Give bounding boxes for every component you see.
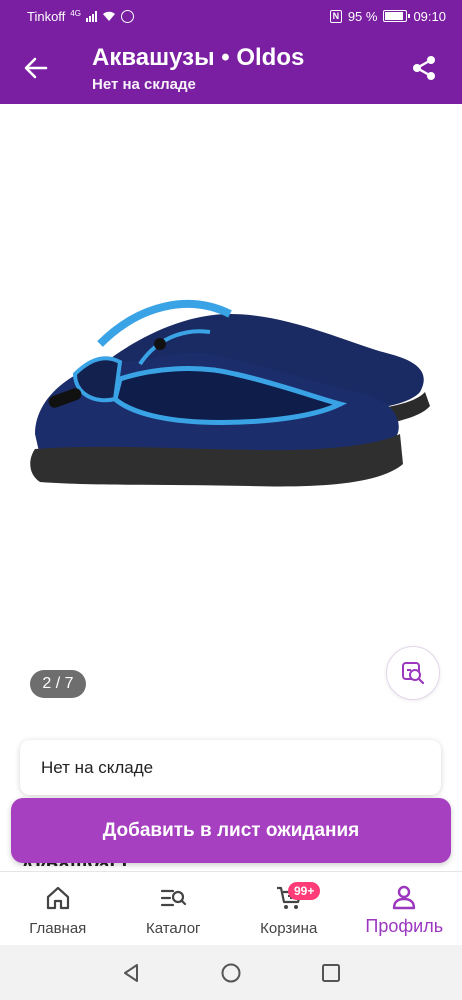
arrow-left-icon[interactable] [22,54,50,82]
nav-item-profile[interactable]: Профиль [347,872,462,945]
system-recents-icon[interactable] [320,962,342,984]
page-subtitle: Нет на складе [92,76,196,93]
nfc-icon: N [329,9,342,23]
image-search-icon [402,662,425,685]
system-back-icon[interactable] [120,962,142,984]
app-bar: Аквашузы • Oldos Нет на складе [0,32,462,104]
clock: 09:10 [413,8,446,24]
home-icon [46,886,69,910]
whatsapp-icon [120,9,134,23]
add-to-wait-list-button[interactable]: Добавить в лист ожидания [11,798,451,863]
gallery-page-counter: 2 / 7 [30,670,86,698]
battery-icon [383,10,411,22]
stock-status-card: Нет на складе [20,740,441,795]
bottom-navigation: Главная Каталог Корзина Профиль 99+ [0,871,462,945]
nav-label-home: Главная [29,920,87,937]
stock-status-text: Нет на складе [41,757,154,777]
nav-item-home[interactable]: Главная [0,872,116,945]
system-navigation-bar [0,945,462,1000]
catalog-search-icon [161,889,187,907]
status-bar: Tinkoff 4G N 95 % 09:10 [0,0,462,32]
carrier-name: Tinkoff [27,8,66,24]
system-home-icon[interactable] [220,962,242,984]
product-gallery[interactable]: 2 / 7 [0,104,462,714]
page-title: Аквашузы • Oldos [92,44,305,71]
nav-label-cart: Корзина [260,920,318,937]
network-type: 4G [70,8,81,18]
nav-item-cart[interactable]: Корзина [231,872,347,945]
wifi-icon [102,11,115,21]
nav-item-catalog[interactable]: Каталог [116,872,232,945]
visual-search-button[interactable] [386,646,440,700]
share-icon[interactable] [410,54,438,82]
signal-icon [85,10,97,22]
product-image[interactable] [20,274,440,524]
battery-percent: 95 % [347,8,378,24]
nav-label-profile: Профиль [365,916,444,936]
cart-count-badge: 99+ [288,882,321,900]
status-left: Tinkoff 4G [27,9,134,24]
status-right: N 95 % 09:10 [329,8,446,24]
nav-label-catalog: Каталог [145,920,201,937]
profile-icon [393,885,416,910]
